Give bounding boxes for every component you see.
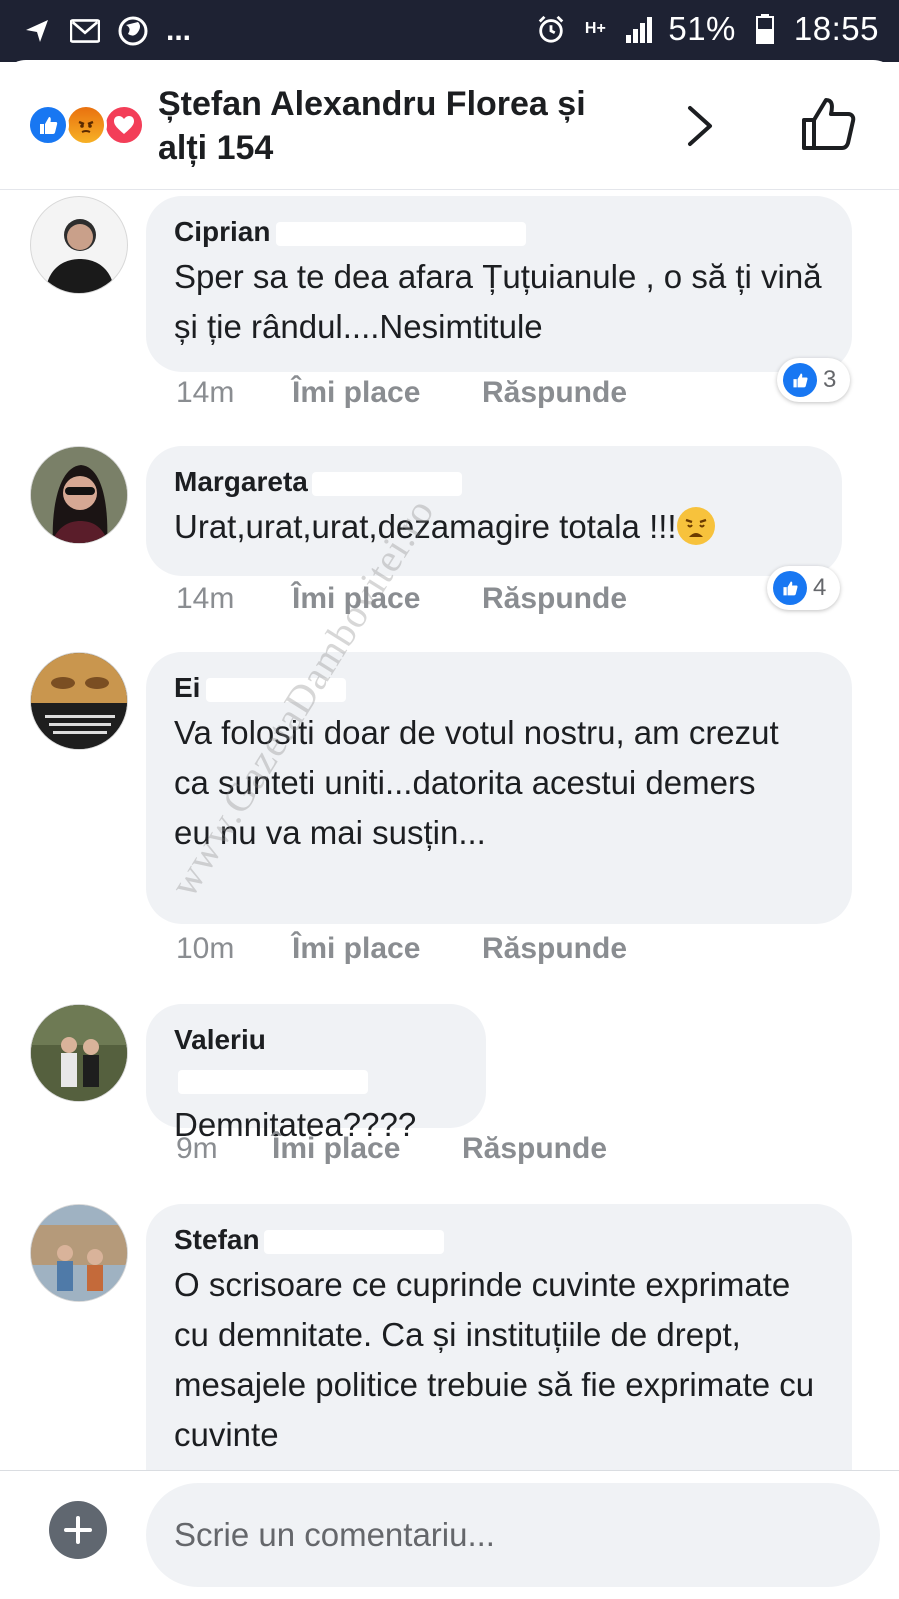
network-type-label: H+: [584, 20, 606, 37]
comment-actions: 9m Îmi place Răspunde: [176, 1132, 607, 1166]
comment-time: 9m: [176, 1132, 218, 1165]
reply-button[interactable]: Răspunde: [482, 932, 627, 966]
avatar[interactable]: [30, 446, 128, 544]
battery-percent: 51%: [668, 10, 736, 47]
add-attachment-button[interactable]: [49, 1501, 107, 1559]
reply-button[interactable]: Răspunde: [482, 376, 627, 410]
weary-face-emoji-icon: [676, 507, 715, 546]
name-redaction: [178, 1069, 368, 1094]
like-post-button[interactable]: [800, 96, 856, 152]
avatar[interactable]: [30, 196, 128, 294]
comment-bubble[interactable]: Margareta Urat,urat,urat,dezamagire tota…: [146, 446, 842, 576]
like-count-icon: [773, 571, 807, 605]
alarm-clock-icon: [536, 14, 566, 44]
comment-author[interactable]: Stefan: [174, 1220, 824, 1260]
author-name[interactable]: Margareta: [174, 466, 308, 497]
avatar[interactable]: [30, 652, 128, 750]
comments-sheet: Ștefan Alexandru Florea și alți 154 Cipr…: [0, 60, 899, 1599]
comment-input[interactable]: [146, 1483, 880, 1587]
like-comment-button[interactable]: Îmi place: [292, 582, 482, 616]
network-type-icon: H+: [580, 14, 610, 44]
reply-button[interactable]: Răspunde: [462, 1132, 607, 1166]
status-bar: ... H+ 51% 18:55: [0, 0, 899, 62]
comment-bubble[interactable]: Ciprian Sper sa te dea afara Țuțuianule …: [146, 196, 852, 372]
signal-icon: [624, 14, 654, 44]
like-count: 4: [813, 574, 827, 601]
comment-author[interactable]: Ciprian: [174, 212, 824, 252]
comment-text: Urat,urat,urat,dezamagire totala !!!: [174, 502, 814, 552]
comment-likes-badge[interactable]: 4: [767, 566, 841, 610]
comment-time: 14m: [176, 582, 235, 615]
gmail-icon: [70, 16, 100, 46]
comment-actions: 10m Îmi place Răspunde: [176, 932, 627, 966]
avatar[interactable]: [30, 1204, 128, 1302]
chevron-right-icon[interactable]: [680, 104, 720, 148]
comment-text: O scrisoare ce cuprinde cuvinte exprimat…: [174, 1266, 815, 1453]
like-comment-button[interactable]: Îmi place: [292, 376, 482, 410]
name-redaction: [311, 471, 462, 496]
author-name[interactable]: Stefan: [174, 1224, 260, 1255]
comment-text: Va folositi doar de votul nostru, am cre…: [174, 714, 779, 851]
reply-button[interactable]: Răspunde: [482, 582, 627, 616]
comment-bubble[interactable]: Stefan O scrisoare ce cuprinde cuvinte e…: [146, 1204, 852, 1504]
navigation-arrow-icon: [22, 16, 52, 46]
author-name[interactable]: Ciprian: [174, 216, 270, 247]
comment-text-content: Urat,urat,urat,dezamagire totala !!!: [174, 508, 677, 545]
like-comment-button[interactable]: Îmi place: [292, 932, 482, 966]
comment-actions: 14m Îmi place Răspunde: [176, 582, 627, 616]
name-redaction: [206, 677, 347, 702]
comment-composer: [0, 1470, 899, 1599]
comment-actions: 14m Îmi place Răspunde: [176, 376, 627, 410]
globe-icon: [118, 16, 148, 46]
avatar[interactable]: [30, 1004, 128, 1102]
comment-likes-badge[interactable]: 3: [777, 358, 851, 402]
reaction-icons: [27, 104, 153, 146]
more-notifications: ...: [166, 14, 192, 47]
comment-bubble[interactable]: Ei Va folositi doar de votul nostru, am …: [146, 652, 852, 924]
comment-author[interactable]: Margareta: [174, 462, 814, 502]
name-redaction: [263, 1229, 444, 1254]
reactors-summary[interactable]: Ștefan Alexandru Florea și alți 154: [158, 82, 638, 170]
love-reaction-icon: [103, 104, 145, 146]
clock: 18:55: [793, 10, 879, 47]
comment-author[interactable]: Valeriu: [174, 1020, 458, 1100]
comment-time: 10m: [176, 932, 235, 965]
battery-icon: [750, 14, 780, 44]
angry-reaction-icon: [65, 104, 107, 146]
like-comment-button[interactable]: Îmi place: [272, 1132, 462, 1166]
reactions-header[interactable]: Ștefan Alexandru Florea și alți 154: [0, 60, 899, 190]
comment-time: 14m: [176, 376, 235, 409]
like-reaction-icon: [27, 104, 69, 146]
name-redaction: [276, 221, 527, 246]
comment-text: Sper sa te dea afara Țuțuianule , o să ț…: [174, 258, 822, 345]
like-count: 3: [823, 366, 837, 393]
comment-author[interactable]: Ei: [174, 668, 824, 708]
author-name[interactable]: Valeriu: [174, 1024, 266, 1055]
status-left: ...: [22, 14, 191, 48]
author-name[interactable]: Ei: [174, 672, 200, 703]
status-right: H+ 51% 18:55: [536, 10, 879, 48]
like-count-icon: [783, 363, 817, 397]
comment-bubble[interactable]: Valeriu Demnitatea????: [146, 1004, 486, 1143]
